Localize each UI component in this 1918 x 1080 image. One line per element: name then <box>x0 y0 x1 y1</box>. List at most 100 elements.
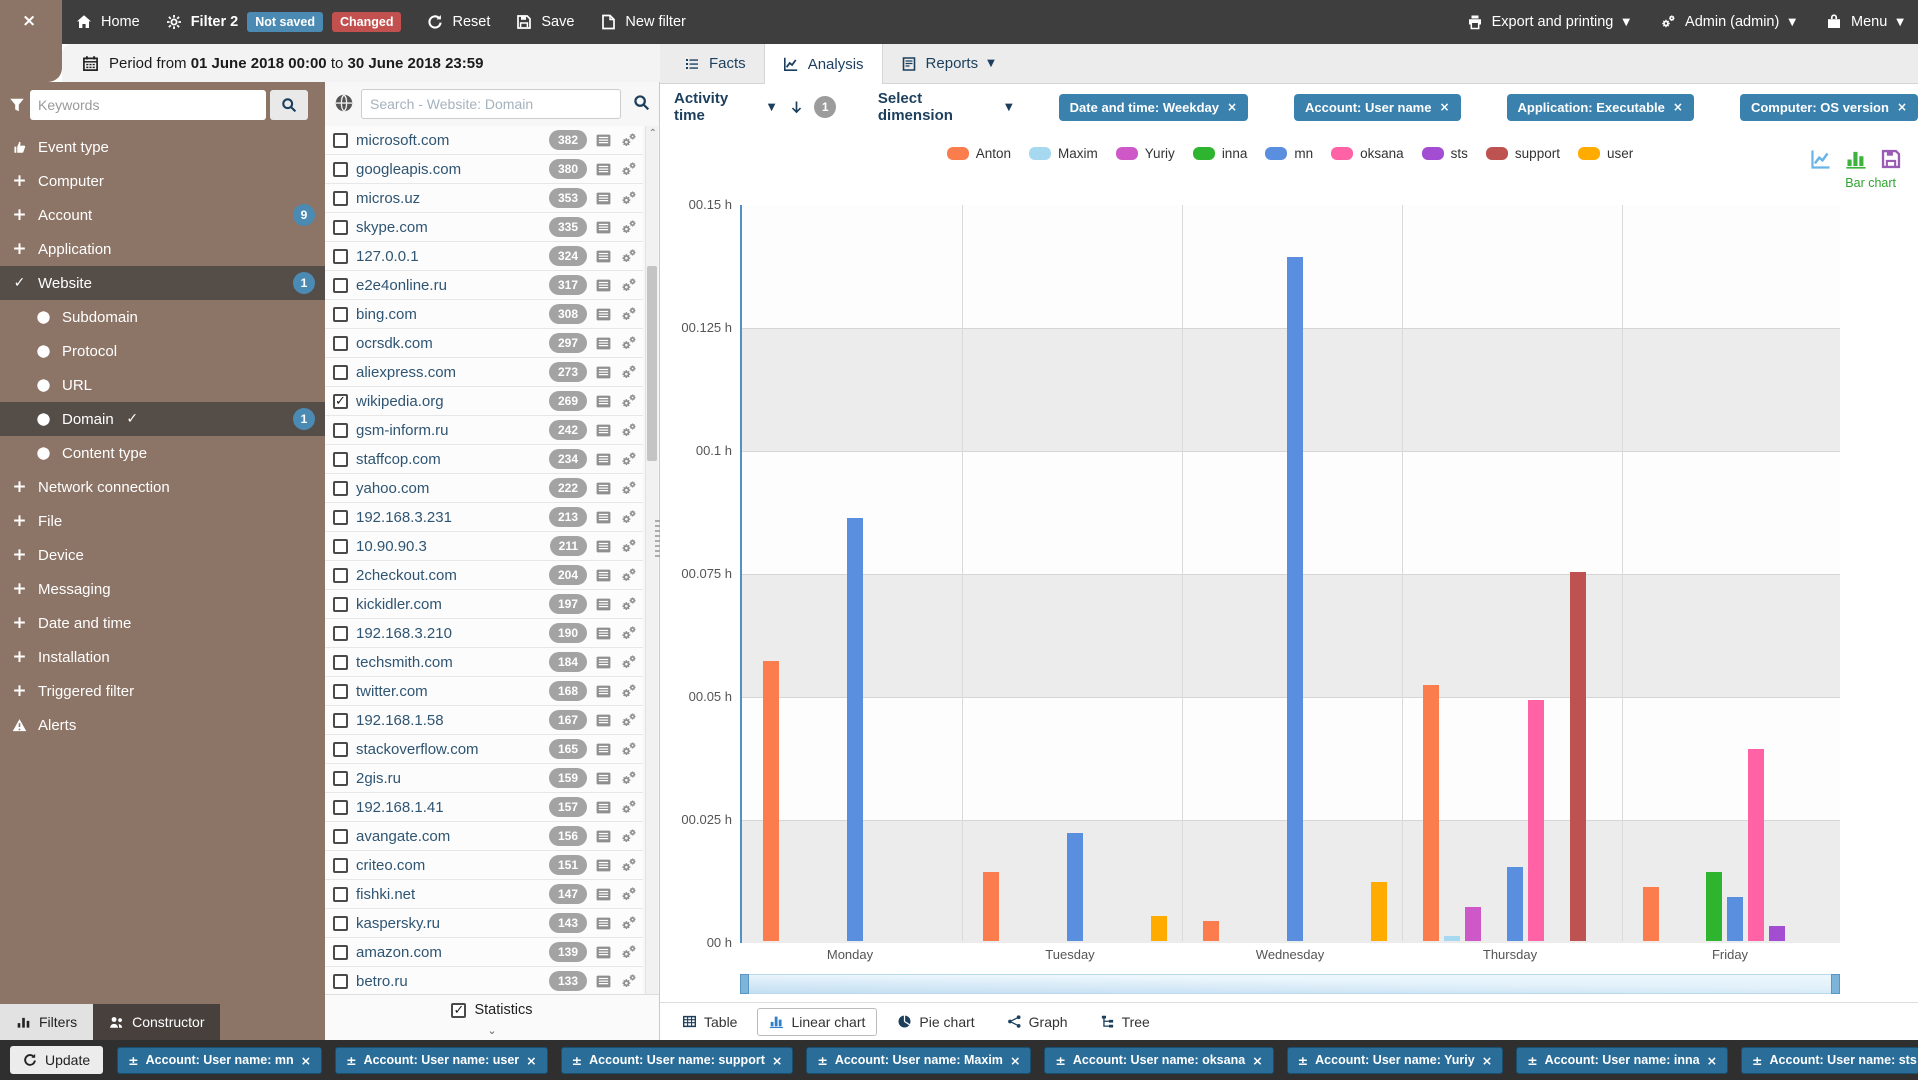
view-tab-tree[interactable]: Tree <box>1088 1008 1162 1036</box>
legend-item-yuriy[interactable]: Yuriy <box>1116 146 1175 161</box>
bar-anton-friday[interactable] <box>1643 887 1659 941</box>
bar-mn-thursday[interactable] <box>1507 867 1523 941</box>
row-settings-icon[interactable] <box>620 799 637 816</box>
chart-range-slider[interactable] <box>740 974 1840 994</box>
domain-checkbox[interactable] <box>333 887 348 902</box>
details-list-icon[interactable] <box>595 219 612 236</box>
bar-sts-friday[interactable] <box>1769 926 1785 941</box>
row-settings-icon[interactable] <box>620 364 637 381</box>
toggle-sign-icon[interactable]: ± <box>346 1053 356 1068</box>
domain-search-button[interactable] <box>627 93 656 112</box>
domain-checkbox[interactable] <box>333 829 348 844</box>
details-list-icon[interactable] <box>595 770 612 787</box>
legend-item-sts[interactable]: sts <box>1422 146 1468 161</box>
details-list-icon[interactable] <box>595 306 612 323</box>
bar-mn-tuesday[interactable] <box>1067 833 1083 941</box>
details-list-icon[interactable] <box>595 509 612 526</box>
update-button[interactable]: Update <box>10 1046 103 1074</box>
remove-chip-icon[interactable]: × <box>1227 100 1237 114</box>
view-tab-graph[interactable]: Graph <box>995 1008 1080 1036</box>
remove-chip-icon[interactable]: × <box>1439 100 1449 114</box>
save-button[interactable]: Save <box>516 14 574 30</box>
details-list-icon[interactable] <box>595 248 612 265</box>
sidebar-tab-constructor[interactable]: Constructor <box>93 1004 220 1040</box>
row-settings-icon[interactable] <box>620 683 637 700</box>
account-filter-chip[interactable]: ±Account: User name: sts× <box>1741 1047 1918 1074</box>
domain-search-input[interactable] <box>361 89 621 119</box>
row-settings-icon[interactable] <box>620 161 637 178</box>
toggle-sign-icon[interactable]: ± <box>128 1053 138 1068</box>
measure-dropdown[interactable]: Activity time ▼ <box>674 90 775 124</box>
details-list-icon[interactable] <box>595 944 612 961</box>
sidebar-item-date-and-time[interactable]: +Date and time <box>0 606 325 640</box>
row-settings-icon[interactable] <box>620 712 637 729</box>
bar-yuriy-thursday[interactable] <box>1465 907 1481 941</box>
domain-checkbox[interactable] <box>333 742 348 757</box>
bar-anton-thursday[interactable] <box>1423 685 1439 941</box>
domain-checkbox[interactable] <box>333 365 348 380</box>
row-settings-icon[interactable] <box>620 625 637 642</box>
sidebar-item-computer[interactable]: +Computer <box>0 164 325 198</box>
remove-chip-icon[interactable]: × <box>1010 1053 1020 1068</box>
bar-inna-friday[interactable] <box>1706 872 1722 941</box>
sidebar-item-installation[interactable]: +Installation <box>0 640 325 674</box>
details-list-icon[interactable] <box>595 683 612 700</box>
legend-item-oksana[interactable]: oksana <box>1331 146 1404 161</box>
sidebar-item-file[interactable]: +File <box>0 504 325 538</box>
details-list-icon[interactable] <box>595 277 612 294</box>
domain-checkbox[interactable] <box>333 394 348 409</box>
sidebar-item-event-type[interactable]: Event type <box>0 130 325 164</box>
details-list-icon[interactable] <box>595 712 612 729</box>
account-filter-chip[interactable]: ±Account: User name: mn× <box>117 1047 322 1074</box>
sidebar-item-domain[interactable]: Domain✓1 <box>0 402 325 436</box>
slider-right-handle[interactable] <box>1831 974 1840 994</box>
domain-checkbox[interactable] <box>333 133 348 148</box>
details-list-icon[interactable] <box>595 654 612 671</box>
domain-checkbox[interactable] <box>333 655 348 670</box>
row-settings-icon[interactable] <box>620 335 637 352</box>
sidebar-item-device[interactable]: +Device <box>0 538 325 572</box>
domain-checkbox[interactable] <box>333 452 348 467</box>
details-list-icon[interactable] <box>595 915 612 932</box>
bar-anton-monday[interactable] <box>763 661 779 941</box>
account-filter-chip[interactable]: ±Account: User name: Maxim× <box>806 1047 1031 1074</box>
row-settings-icon[interactable] <box>620 596 637 613</box>
row-settings-icon[interactable] <box>620 538 637 555</box>
filter-menu[interactable]: Filter 2 Not saved Changed <box>166 12 402 32</box>
domain-checkbox[interactable] <box>333 684 348 699</box>
toggle-sign-icon[interactable]: ± <box>1527 1053 1537 1068</box>
details-list-icon[interactable] <box>595 741 612 758</box>
domain-checkbox[interactable] <box>333 916 348 931</box>
tab-analysis[interactable]: Analysis <box>764 44 883 84</box>
line-chart-type-icon[interactable] <box>1810 148 1832 170</box>
details-list-icon[interactable] <box>595 857 612 874</box>
domain-list-scrollbar[interactable] <box>645 126 658 994</box>
sidebar-item-protocol[interactable]: Protocol <box>0 334 325 368</box>
view-tab-table[interactable]: Table <box>670 1008 749 1036</box>
details-list-icon[interactable] <box>595 132 612 149</box>
domain-checkbox[interactable] <box>333 481 348 496</box>
bar-oksana-thursday[interactable] <box>1528 700 1544 941</box>
domain-checkbox[interactable] <box>333 336 348 351</box>
account-filter-chip[interactable]: ±Account: User name: support× <box>561 1047 794 1074</box>
details-list-icon[interactable] <box>595 567 612 584</box>
admin-menu[interactable]: Admin (admin) ▼ <box>1660 14 1796 30</box>
row-settings-icon[interactable] <box>620 857 637 874</box>
bar-oksana-friday[interactable] <box>1748 749 1764 941</box>
domain-checkbox[interactable] <box>333 597 348 612</box>
scrollbar-thumb[interactable] <box>647 266 657 461</box>
sort-direction-button[interactable] <box>789 100 804 115</box>
remove-chip-icon[interactable]: × <box>1673 100 1683 114</box>
save-chart-icon[interactable] <box>1880 148 1902 170</box>
account-filter-chip[interactable]: ±Account: User name: inna× <box>1516 1047 1728 1074</box>
menu-dropdown[interactable]: Menu ▼ <box>1826 14 1904 30</box>
domain-checkbox[interactable] <box>333 423 348 438</box>
domain-checkbox[interactable] <box>333 249 348 264</box>
row-settings-icon[interactable] <box>620 828 637 845</box>
domain-checkbox[interactable] <box>333 626 348 641</box>
details-list-icon[interactable] <box>595 886 612 903</box>
row-settings-icon[interactable] <box>620 480 637 497</box>
row-settings-icon[interactable] <box>620 190 637 207</box>
sidebar-tab-filters[interactable]: Filters <box>0 1004 93 1040</box>
toggle-sign-icon[interactable]: ± <box>817 1053 827 1068</box>
